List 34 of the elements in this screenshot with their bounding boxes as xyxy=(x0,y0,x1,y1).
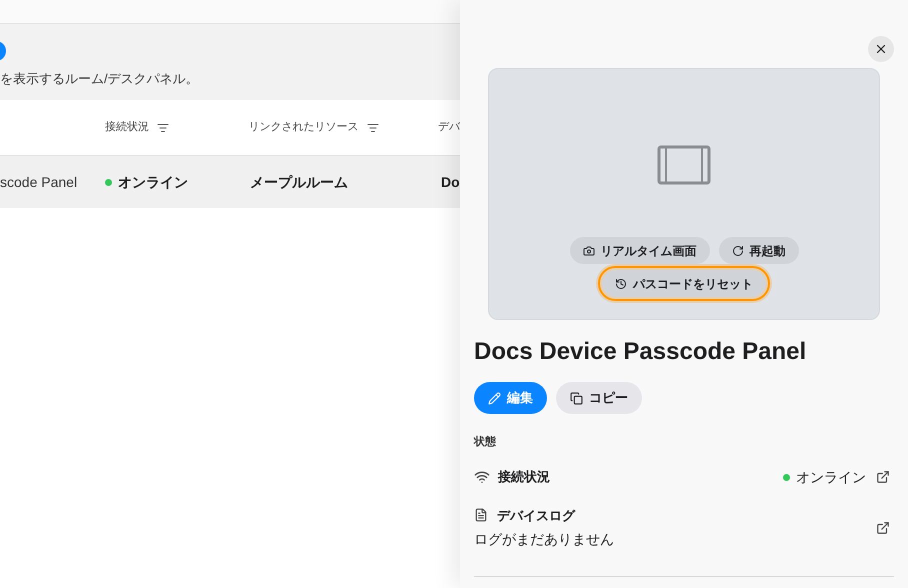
column-header[interactable]: デバ xyxy=(438,119,460,136)
external-link-icon[interactable] xyxy=(876,470,890,484)
table-cell-text: メープルルーム xyxy=(250,172,349,192)
preview-action-button[interactable]: リアルタイム画面 xyxy=(570,237,710,264)
table-row[interactable]: scode Panel オンライン メープルルーム Do xyxy=(0,156,460,208)
close-button[interactable] xyxy=(868,36,894,62)
preview-action-button[interactable]: パスコードをリセット xyxy=(602,270,766,297)
filter-icon[interactable] xyxy=(366,122,379,134)
table-cell-text: scode Panel xyxy=(0,172,78,192)
section-heading: 状態 xyxy=(474,434,497,450)
edit-button[interactable]: 編集 xyxy=(474,382,547,414)
wifi-icon xyxy=(474,469,490,485)
device-title: Docs Device Passcode Panel xyxy=(474,337,808,367)
close-icon xyxy=(874,42,888,56)
rotate-icon xyxy=(732,244,744,256)
history-icon xyxy=(615,278,627,290)
copy-button[interactable]: コピー xyxy=(556,382,642,414)
external-link-icon[interactable] xyxy=(876,520,890,535)
filter-icon[interactable] xyxy=(157,122,169,134)
table-cell-text: Do xyxy=(441,172,460,192)
item-value: オンライン xyxy=(796,468,866,486)
preview-action-button[interactable]: 再起動 xyxy=(718,237,798,264)
copy-icon xyxy=(570,392,583,404)
document-icon xyxy=(474,508,488,522)
item-detail: ログがまだありません xyxy=(474,530,615,549)
table-cell-text: オンライン xyxy=(118,172,188,192)
column-header[interactable]: リンクされたリソース xyxy=(248,119,359,136)
item-label: 接続状況 xyxy=(498,468,551,486)
page-description: を表示するルーム/デスクパネル。 xyxy=(0,70,200,88)
pencil-icon xyxy=(488,392,501,404)
camera-icon xyxy=(582,244,594,256)
tablet-icon xyxy=(657,145,711,185)
item-label: デバイスログ xyxy=(497,506,575,524)
column-header[interactable]: 接続状況 xyxy=(105,119,149,136)
